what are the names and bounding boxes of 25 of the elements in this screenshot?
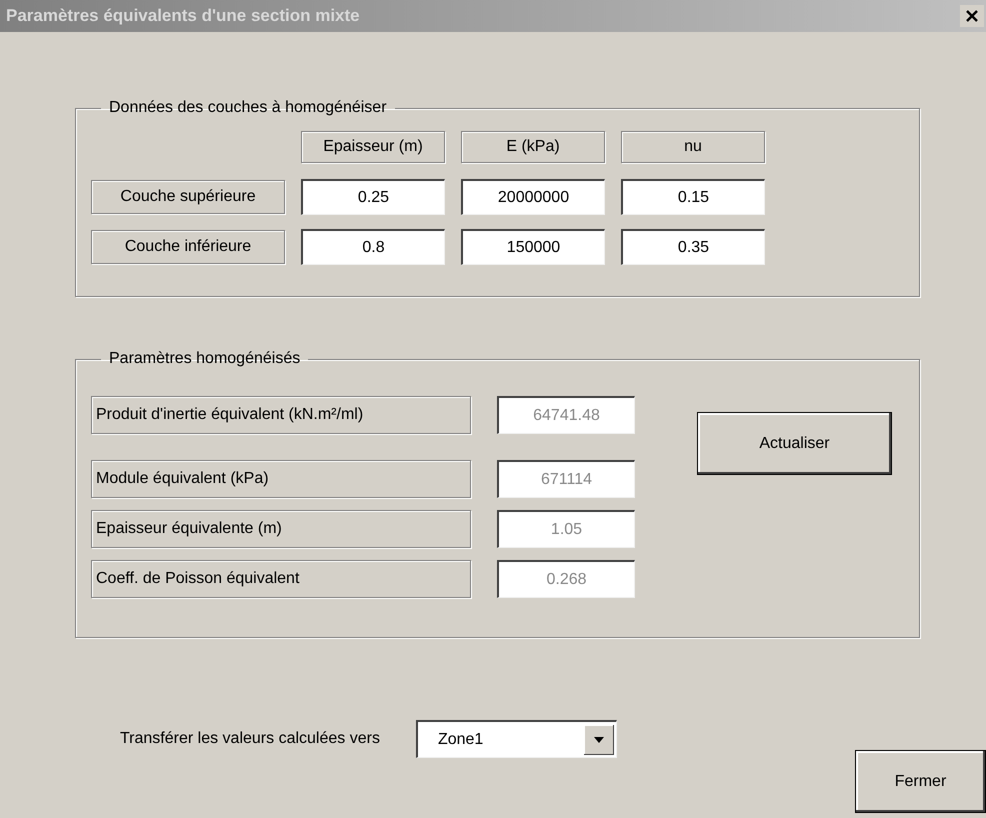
group-legend: Données des couches à homogénéiser [101,99,395,117]
close-button[interactable] [960,5,984,27]
update-button[interactable]: Actualiser [697,412,892,475]
close-icon [965,9,979,23]
transfer-label: Transférer les valeurs calculées vers [120,730,380,748]
dropdown-arrow-icon [594,736,604,742]
input-field[interactable]: 0.15 [621,179,765,215]
input-field[interactable]: 0.35 [621,229,765,265]
input-field[interactable]: 0.8 [301,229,445,265]
result-label: Epaisseur équivalente (m) [91,510,471,548]
column-header: nu [621,131,765,163]
column-header: Epaisseur (m) [301,131,445,163]
row-label: Couche supérieure [91,180,285,214]
result-label: Produit d'inertie équivalent (kN.m²/ml) [91,396,471,434]
row-label: Couche inférieure [91,230,285,264]
input-field[interactable]: 20000000 [461,179,605,215]
column-header: E (kPa) [461,131,605,163]
input-field[interactable]: 150000 [461,229,605,265]
input-field[interactable]: 0.25 [301,179,445,215]
zone-dropdown[interactable]: Zone1 [416,720,617,758]
result-label: Coeff. de Poisson équivalent [91,560,471,598]
group-legend: Paramètres homogénéisés [101,350,308,368]
window-title: Paramètres équivalents d'une section mixte [5,6,360,26]
close-dialog-button[interactable]: Fermer [855,750,986,813]
result-label: Module équivalent (kPa) [91,460,471,498]
